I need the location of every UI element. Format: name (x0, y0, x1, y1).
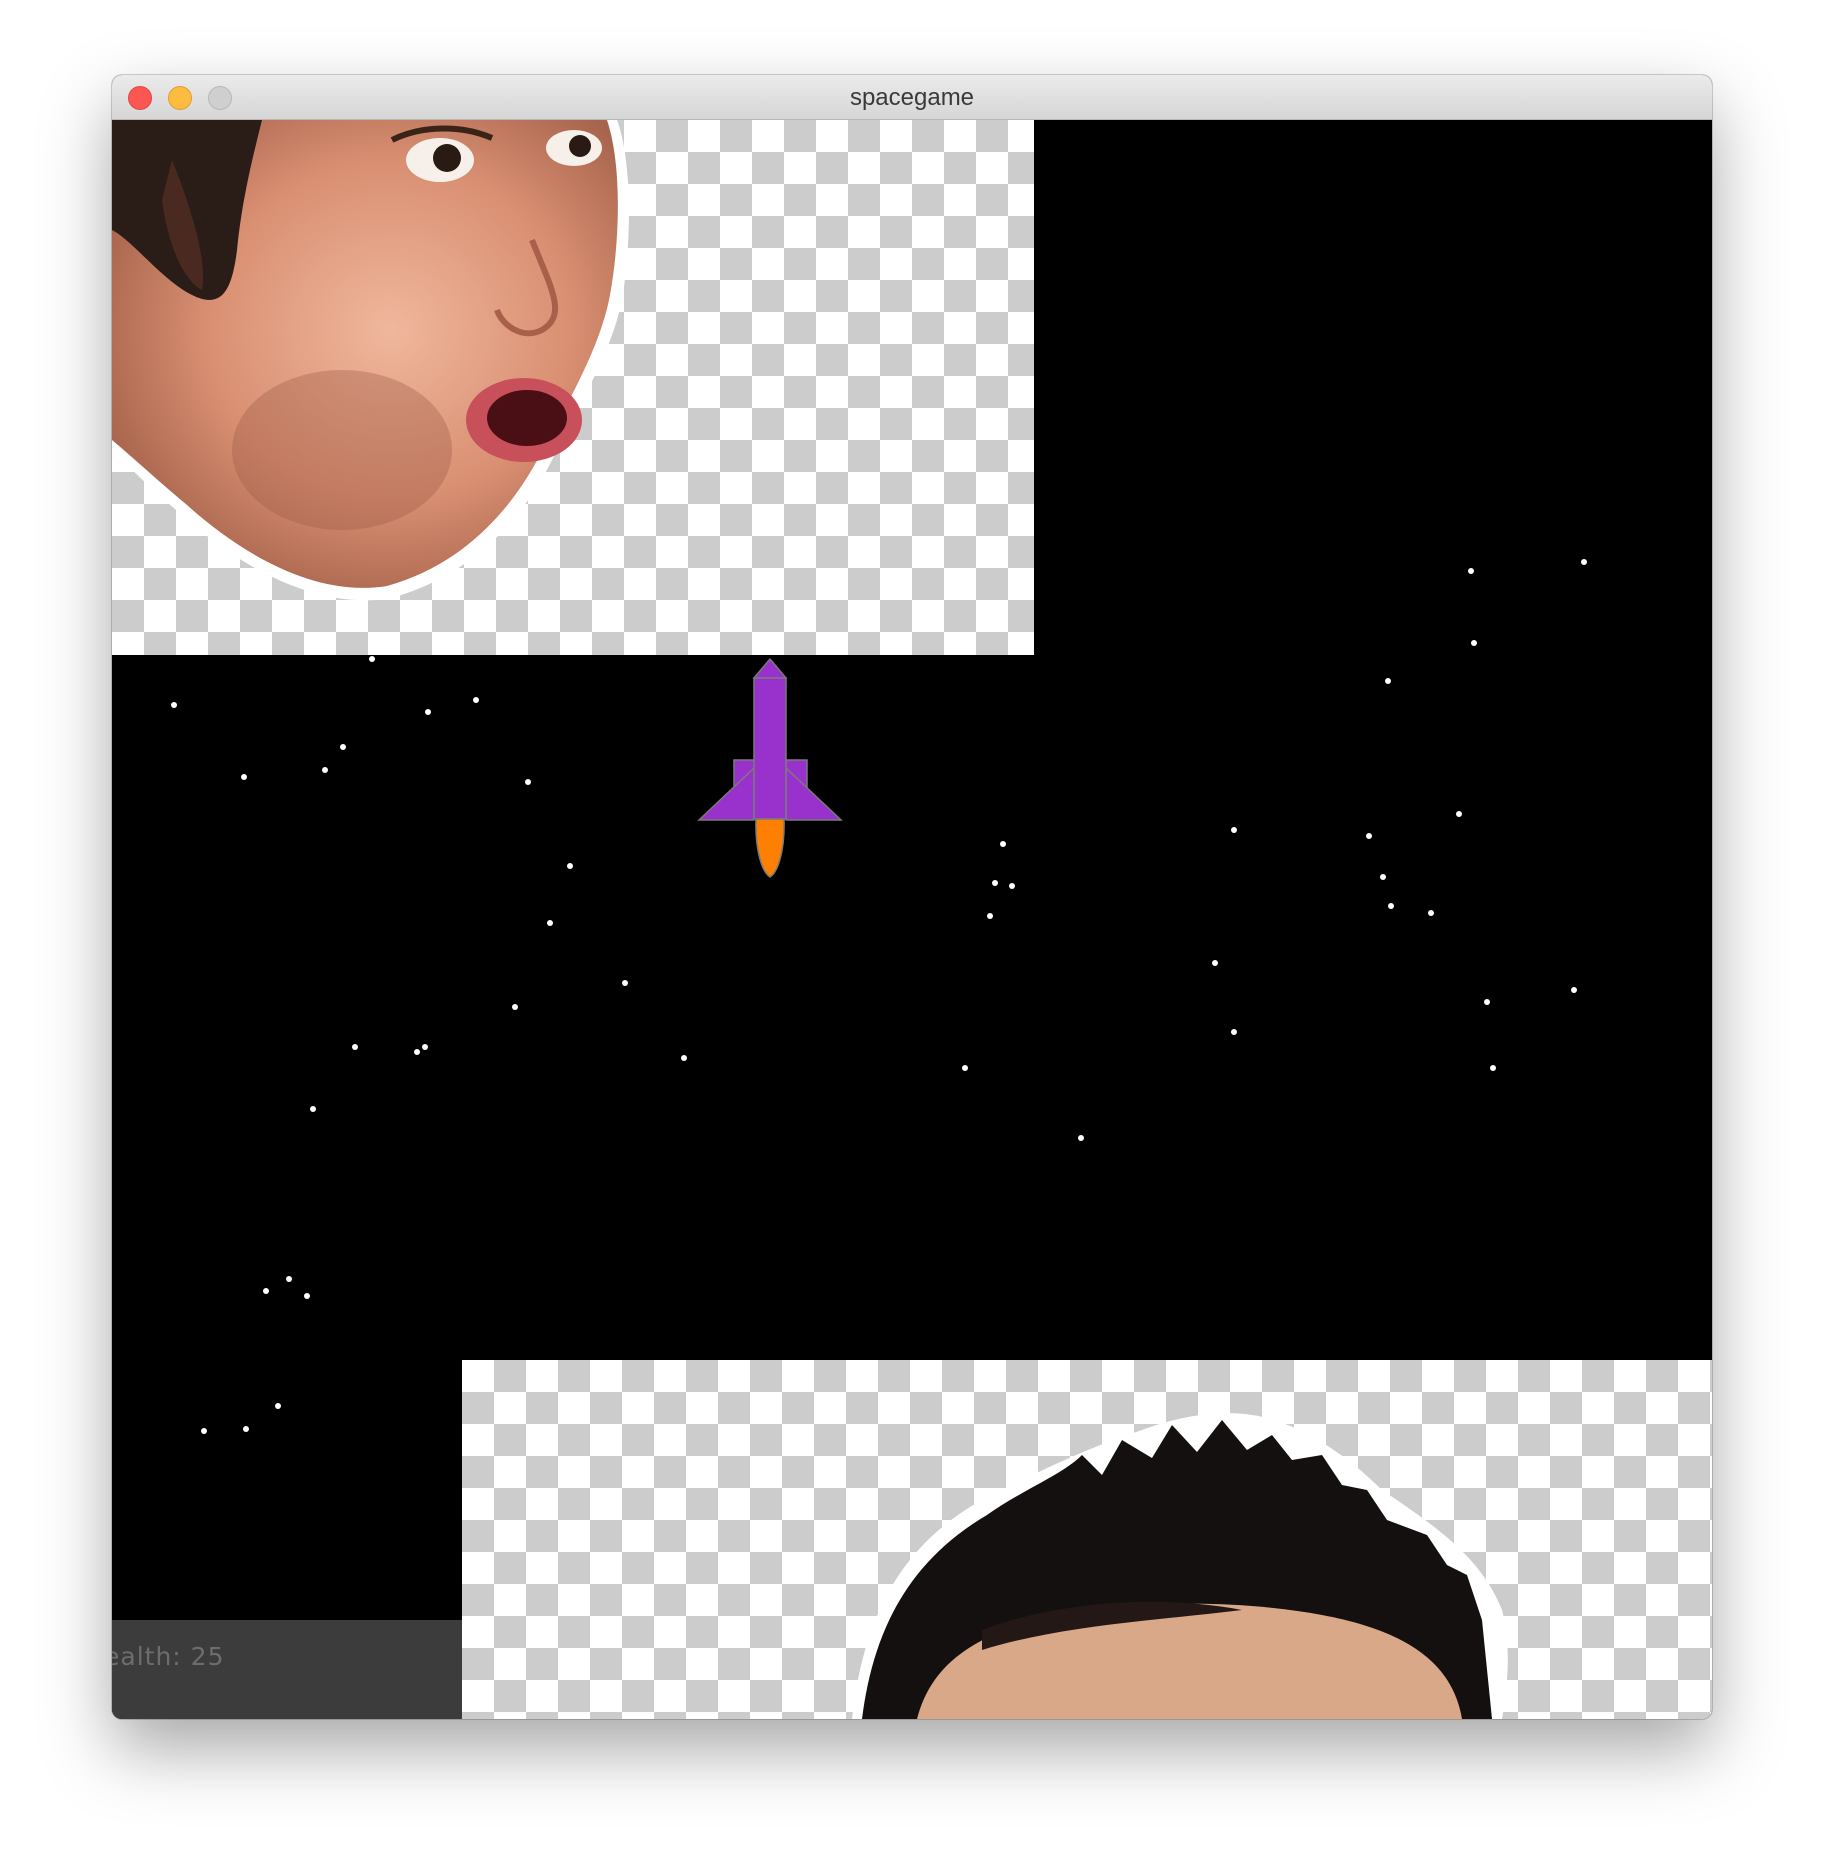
star (243, 1426, 249, 1432)
star (275, 1403, 281, 1409)
title-bar[interactable]: spacegame (112, 75, 1712, 120)
game-canvas[interactable]: ealth: 25 (112, 120, 1712, 1719)
starfield-overlay (201, 1403, 281, 1434)
window-title: spacegame (849, 84, 975, 111)
game-window: spacegame ealth: 25 (112, 75, 1712, 1719)
star (201, 1428, 207, 1434)
